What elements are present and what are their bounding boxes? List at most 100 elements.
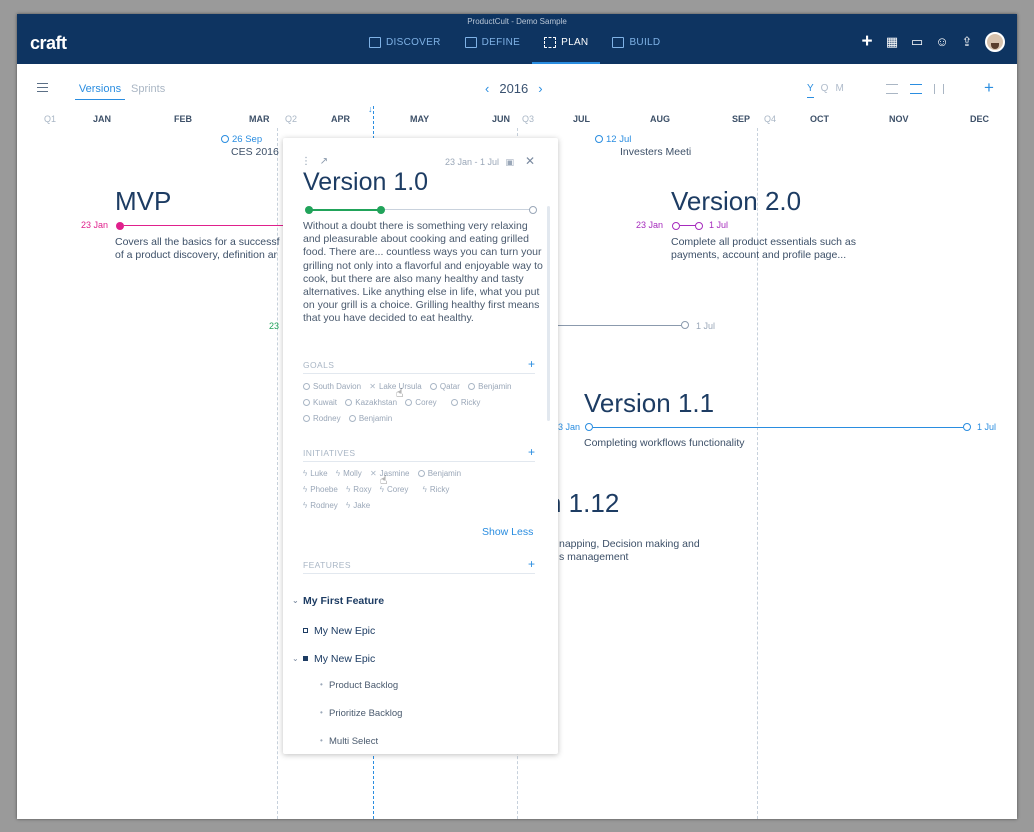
initiative-chip[interactable]: ϟ Rodney: [303, 498, 338, 514]
card-description[interactable]: Without a doubt there is something very …: [303, 220, 543, 326]
grid-icon[interactable]: ▦: [885, 35, 899, 49]
progress-remaining: [381, 209, 531, 210]
chevron-down-icon[interactable]: ⌄: [292, 596, 299, 605]
features-header: FEATURES: [303, 560, 351, 570]
goal-icon: [345, 399, 353, 406]
goal-icon: [417, 470, 425, 477]
goal-chip[interactable]: Benjamin: [468, 379, 512, 395]
initiative-chip[interactable]: ϟ Jake: [346, 498, 370, 514]
milestone-investors[interactable]: 12 Jul: [595, 134, 631, 145]
initiative-chip[interactable]: ϟ Roxy: [346, 482, 371, 498]
goal-chip[interactable]: Ricky: [450, 395, 480, 411]
initiative-chip[interactable]: ϟ Luke: [303, 466, 328, 482]
card-scrollbar[interactable]: [547, 206, 550, 421]
add-initiative-icon[interactable]: +: [528, 445, 535, 459]
close-icon[interactable]: ✕: [525, 154, 535, 168]
version-start-dot[interactable]: [585, 423, 593, 431]
remove-icon[interactable]: ✕: [369, 382, 376, 391]
people-icon[interactable]: ☺: [935, 35, 949, 49]
remove-icon[interactable]: ✕: [370, 469, 377, 478]
nav-build-label: BUILD: [629, 37, 661, 48]
epic-item[interactable]: My New Epic: [303, 625, 375, 637]
initiative-chip[interactable]: Benjamin: [417, 466, 461, 482]
nav-plan[interactable]: PLAN: [532, 31, 601, 64]
version-end-date: 1 Jul: [696, 321, 716, 331]
header-actions: + ▦ ▭ ☺ ⇪: [860, 32, 1005, 52]
share-icon[interactable]: ⇪: [960, 35, 974, 49]
version-track-mvp[interactable]: [124, 225, 284, 226]
initiative-chip[interactable]: ✕ Jasmine: [370, 466, 410, 482]
show-less-link[interactable]: Show Less: [482, 526, 533, 538]
initiative-chip[interactable]: ϟ Ricky: [423, 482, 450, 498]
chevron-down-icon[interactable]: ⌄: [292, 654, 299, 663]
goal-chip[interactable]: South Davion: [303, 379, 361, 395]
version-title-v11[interactable]: Version 1.1: [584, 388, 714, 419]
zoom-quarter[interactable]: Q: [821, 83, 829, 98]
story-item[interactable]: Multi Select: [320, 736, 378, 747]
initiatives-list: ϟ Luke ϟ Molly ✕ Jasmine Benjamin ϟ Phoebe ϟ…: [303, 466, 543, 514]
epic-item[interactable]: ⌄ My New Epic: [292, 653, 375, 665]
month-label: MAR: [249, 114, 270, 124]
view-switch: [886, 84, 944, 94]
build-icon: [612, 37, 625, 48]
goal-chip[interactable]: Corey: [405, 395, 437, 411]
goal-chip[interactable]: Rodney: [303, 411, 341, 427]
month-label: NOV: [889, 114, 909, 124]
add-feature-icon[interactable]: +: [528, 557, 535, 571]
more-options-icon[interactable]: ⋮: [301, 156, 311, 167]
version-start-dot[interactable]: [116, 222, 124, 230]
version-title-mvp[interactable]: MVP: [115, 186, 171, 217]
tab-sprints[interactable]: Sprints: [131, 83, 165, 95]
window-title: ProductCult - Demo Sample: [467, 17, 567, 26]
initiative-chip[interactable]: ϟ Molly: [336, 466, 362, 482]
nav-build[interactable]: BUILD: [600, 31, 672, 64]
columns-view-icon[interactable]: [934, 84, 944, 94]
goal-chip[interactable]: Benjamin: [348, 411, 392, 427]
year-label: 2016: [499, 81, 529, 96]
screen-frame: ProductCult - Demo Sample craft DISCOVER…: [0, 0, 1034, 832]
timeline-view-icon[interactable]: [910, 84, 922, 94]
version-track-v2[interactable]: [680, 225, 696, 226]
menu-icon[interactable]: [37, 83, 48, 92]
story-item[interactable]: Prioritize Backlog: [320, 708, 402, 719]
version-title-v2[interactable]: Version 2.0: [671, 186, 801, 217]
user-avatar[interactable]: [985, 32, 1005, 52]
zoom-month[interactable]: M: [835, 83, 843, 98]
calendar-icon[interactable]: ▣: [506, 157, 515, 167]
prev-year-icon[interactable]: ‹: [485, 81, 489, 96]
bolt-icon: ϟ: [303, 501, 308, 510]
initiative-chip[interactable]: ϟ Phoebe: [303, 482, 338, 498]
tab-versions[interactable]: Versions: [75, 83, 125, 100]
compact-view-icon[interactable]: [886, 84, 898, 94]
quarter-divider: [757, 128, 758, 819]
goals-list: South Davion ✕ Lake Ursula Qatar Benjamin…: [303, 379, 543, 427]
version-track-v11[interactable]: [593, 427, 963, 428]
chart-icon[interactable]: ↗: [320, 156, 328, 167]
craft-logo[interactable]: craft: [30, 33, 67, 54]
version-track[interactable]: [557, 325, 681, 326]
progress-current-dot: [377, 206, 385, 214]
next-year-icon[interactable]: ›: [538, 81, 542, 96]
story-item[interactable]: Product Backlog: [320, 680, 398, 691]
goal-icon: [468, 383, 476, 390]
milestone-ces[interactable]: 26 Sep: [221, 134, 262, 145]
feature-item[interactable]: ⌄ My First Feature: [292, 595, 384, 607]
goal-chip[interactable]: Kuwait: [303, 395, 337, 411]
goal-chip[interactable]: Qatar: [429, 379, 460, 395]
version-start-dot[interactable]: [672, 222, 680, 230]
plus-icon[interactable]: +: [860, 32, 874, 51]
plan-icon: [544, 37, 557, 48]
nav-define[interactable]: DEFINE: [453, 31, 532, 64]
version-end-dot[interactable]: [681, 321, 689, 329]
version-end-dot[interactable]: [695, 222, 703, 230]
card-title[interactable]: Version 1.0: [303, 168, 428, 197]
divider: [303, 573, 535, 574]
goal-chip[interactable]: Kazakhstan: [345, 395, 397, 411]
chat-icon[interactable]: ▭: [910, 35, 924, 49]
nav-discover[interactable]: DISCOVER: [357, 31, 453, 64]
add-goal-icon[interactable]: +: [528, 357, 535, 371]
zoom-year[interactable]: Y: [807, 83, 814, 98]
epic-label: My New Epic: [314, 625, 376, 637]
version-end-dot[interactable]: [963, 423, 971, 431]
add-version-icon[interactable]: +: [984, 78, 994, 98]
